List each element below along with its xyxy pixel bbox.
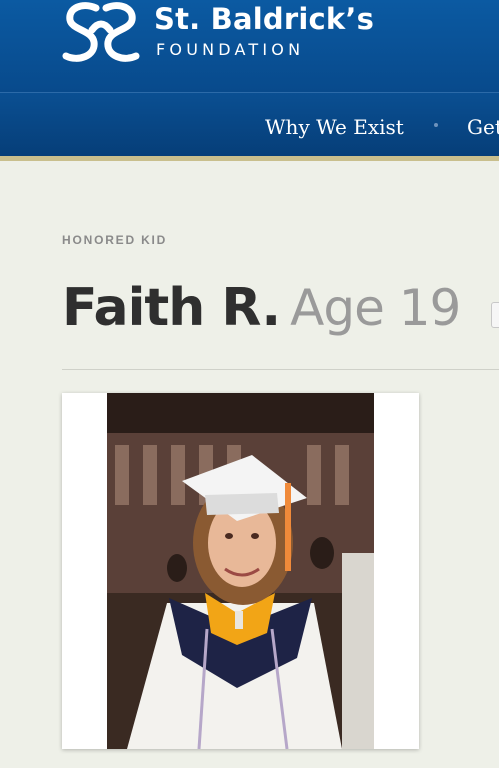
divider — [62, 369, 499, 370]
brand-subtitle[interactable]: FOUNDATION — [156, 40, 304, 59]
nav-separator — [434, 123, 438, 127]
kid-name: Faith R. — [62, 278, 281, 338]
graduation-photo-icon — [107, 393, 374, 749]
page-title: Faith R. Age 19 — [62, 278, 461, 338]
photo-frame — [62, 393, 419, 749]
nav-item-get[interactable]: Get — [467, 115, 499, 139]
share-button[interactable] — [491, 302, 499, 328]
nav-accent-bar — [0, 156, 499, 161]
kid-age: Age 19 — [290, 279, 461, 337]
sb-logo-icon[interactable] — [62, 0, 140, 66]
section-eyebrow: HONORED KID — [62, 233, 168, 247]
nav-item-why-we-exist[interactable]: Why We Exist — [265, 115, 404, 139]
brand-name[interactable]: St. Baldrick’s — [154, 2, 374, 36]
main-nav: Why We Exist Get — [0, 92, 499, 157]
site-header: St. Baldrick’s FOUNDATION — [0, 0, 499, 92]
